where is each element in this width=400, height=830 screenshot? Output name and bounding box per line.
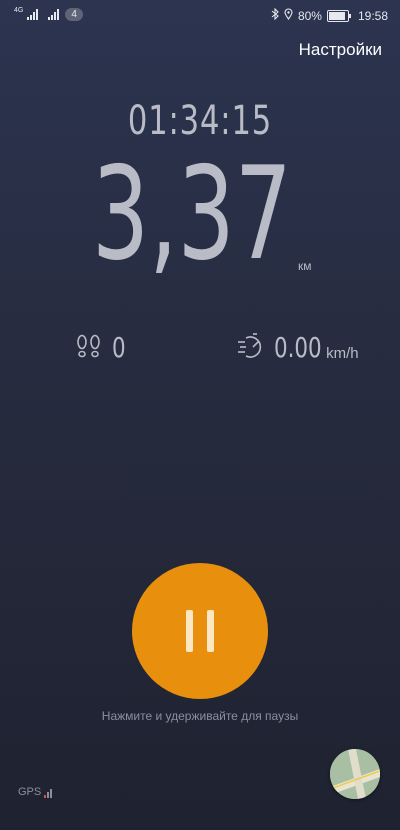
battery-icon (326, 9, 351, 22)
pause-icon-bar-right (207, 610, 214, 652)
gps-label: GPS (18, 786, 42, 798)
pause-hint: Нажмите и удерживайте для паузы (101, 709, 299, 723)
battery-percent: 80% (297, 8, 322, 23)
speed-value: 0.00 (274, 331, 322, 364)
status-right: 80% 19:58 (271, 7, 388, 23)
speed-unit: km/h (326, 345, 359, 362)
pause-icon-bar-left (186, 610, 193, 652)
steps-value: 0 (112, 331, 126, 364)
cell-signal-icon (27, 9, 39, 20)
settings-button[interactable]: Настройки (299, 40, 382, 60)
stats-row: 0 0.00 km/h (0, 325, 400, 365)
location-icon (284, 8, 293, 23)
notification-count-badge: 4 (65, 8, 83, 21)
pause-button[interactable] (132, 563, 268, 699)
gps-indicator: GPS (18, 786, 53, 798)
status-bar: 4G 4 80% 19:58 (0, 0, 400, 32)
cell-signal-2-icon (48, 9, 60, 20)
network-type-label: 4G (14, 7, 24, 14)
map-button[interactable] (330, 749, 380, 799)
distance-value: 3,37 (92, 140, 292, 289)
distance-unit: км (298, 259, 312, 273)
status-left: 4G 4 (14, 7, 83, 21)
speedometer-icon (236, 332, 268, 364)
duration-timer: 01:34:15 (127, 98, 273, 144)
clock: 19:58 (357, 8, 388, 23)
gps-signal-icon (44, 787, 53, 798)
footprints-icon (74, 333, 104, 363)
map-thumbnail-icon (330, 749, 380, 799)
steps-stat: 0 (74, 331, 128, 364)
bluetooth-icon (271, 7, 279, 23)
speed-stat: 0.00 km/h (236, 331, 369, 364)
